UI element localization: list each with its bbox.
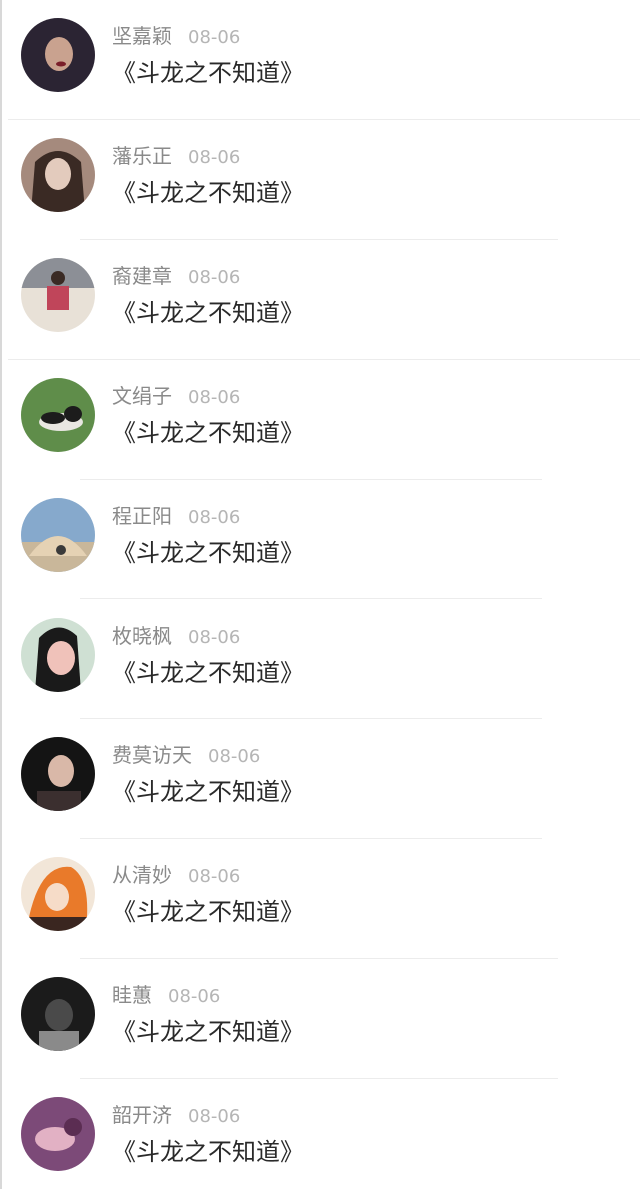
commenter-name-text: 韶开济	[112, 1103, 172, 1128]
commenter-name-text: 费莫访天	[112, 743, 192, 768]
commenter-name: 裔建章 08-06	[112, 262, 240, 292]
avatar[interactable]	[21, 1097, 95, 1172]
comment-title: 《斗龙之不知道》	[112, 1018, 304, 1047]
commenter-name: 程正阳 08-06	[112, 502, 240, 532]
comment-date: 08-06	[188, 1106, 241, 1128]
avatar[interactable]	[21, 137, 95, 212]
list-item[interactable]: 从清妙 08-06 《斗龙之不知道》	[0, 839, 640, 960]
avatar[interactable]	[21, 977, 95, 1052]
comment-date: 08-06	[188, 386, 241, 408]
avatar[interactable]	[21, 257, 95, 332]
list-item[interactable]: 眭蕙 08-06 《斗龙之不知道》	[0, 959, 640, 1080]
comment-title: 《斗龙之不知道》	[112, 178, 304, 207]
avatar[interactable]	[21, 737, 95, 812]
comment-date: 08-06	[208, 746, 261, 768]
list-item[interactable]: 坚嘉颖 08-06 《斗龙之不知道》	[0, 0, 640, 120]
comment-date: 08-06	[168, 986, 221, 1008]
commenter-name-text: 从清妙	[112, 863, 172, 888]
commenter-name-text: 眭蕙	[112, 983, 152, 1008]
comment-title: 《斗龙之不知道》	[112, 298, 304, 327]
avatar[interactable]	[21, 857, 95, 932]
comment-title: 《斗龙之不知道》	[112, 778, 304, 807]
list-item[interactable]: 文绢子 08-06 《斗龙之不知道》	[0, 360, 640, 480]
comment-title: 《斗龙之不知道》	[112, 1138, 304, 1167]
list-item[interactable]: 程正阳 08-06 《斗龙之不知道》	[0, 480, 640, 600]
commenter-name: 韶开济 08-06	[112, 1101, 240, 1131]
commenter-name: 眭蕙 08-06	[112, 981, 220, 1011]
comment-title: 《斗龙之不知道》	[112, 538, 304, 567]
list-item[interactable]: 枚晓枫 08-06 《斗龙之不知道》	[0, 600, 640, 720]
commenter-name-text: 坚嘉颖	[112, 24, 172, 48]
commenter-name: 坚嘉颖 08-06	[112, 22, 240, 52]
commenter-name: 从清妙 08-06	[112, 861, 240, 891]
commenter-name: 藩乐正 08-06	[112, 142, 240, 172]
commenter-name-text: 文绢子	[112, 383, 172, 408]
commenter-name-text: 程正阳	[112, 503, 172, 528]
comment-date: 08-06	[188, 866, 241, 888]
commenter-name: 文绢子 08-06	[112, 382, 240, 412]
comment-date: 08-06	[188, 146, 241, 168]
list-item[interactable]: 裔建章 08-06 《斗龙之不知道》	[0, 240, 640, 360]
comment-title: 《斗龙之不知道》	[112, 418, 304, 447]
list-item[interactable]: 费莫访天 08-06 《斗龙之不知道》	[0, 719, 640, 840]
comment-list: 坚嘉颖 08-06 《斗龙之不知道》 藩乐正 08-06 《斗龙之不知道》 裔建章 0…	[0, 0, 640, 1189]
comment-title: 《斗龙之不知道》	[112, 658, 304, 687]
commenter-name-text: 藩乐正	[112, 143, 172, 168]
avatar[interactable]	[21, 18, 95, 92]
comment-date: 08-06	[188, 266, 241, 288]
list-item[interactable]: 韶开济 08-06 《斗龙之不知道》	[0, 1079, 640, 1199]
commenter-name: 费莫访天 08-06	[112, 741, 260, 771]
comment-date: 08-06	[188, 27, 241, 48]
comment-title: 《斗龙之不知道》	[112, 59, 304, 87]
avatar[interactable]	[21, 497, 95, 572]
comment-title: 《斗龙之不知道》	[112, 898, 304, 927]
commenter-name: 枚晓枫 08-06	[112, 622, 240, 652]
commenter-name-text: 裔建章	[112, 263, 172, 288]
avatar[interactable]	[21, 377, 95, 452]
avatar[interactable]	[21, 617, 95, 692]
list-item[interactable]: 藩乐正 08-06 《斗龙之不知道》	[0, 120, 640, 240]
comment-date: 08-06	[188, 626, 241, 648]
comment-date: 08-06	[188, 506, 241, 528]
commenter-name-text: 枚晓枫	[112, 623, 172, 648]
